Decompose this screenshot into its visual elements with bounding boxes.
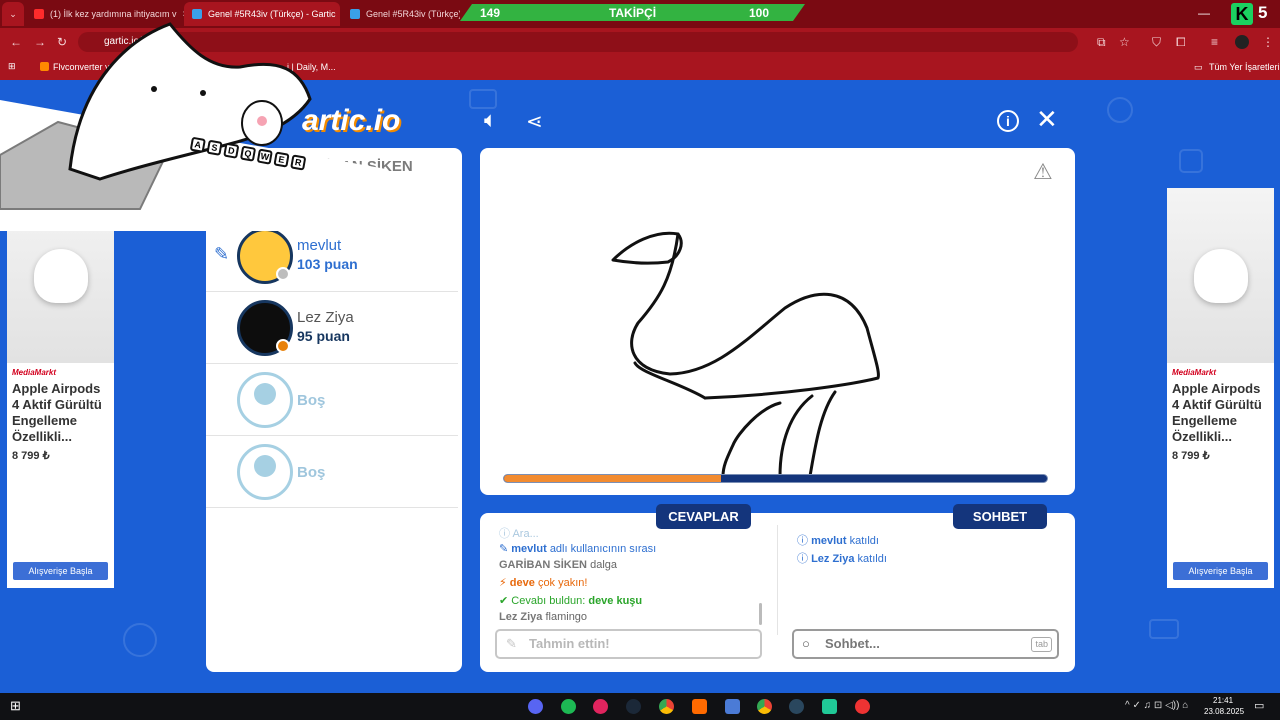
chat-input[interactable]: ○ Sohbet... tab [792, 629, 1059, 659]
notification-icon[interactable]: ▭ [1254, 699, 1264, 712]
all-bookmarks-link[interactable]: Tüm Yer İşaretleri [1209, 62, 1280, 72]
panel-divider [777, 525, 778, 635]
ad-price: 8 799 ₺ [12, 450, 50, 462]
kick-logo: K [1231, 3, 1253, 25]
mediamarkt-logo: MediaMarkt [1172, 368, 1217, 377]
player-name: Lez Ziya [297, 309, 354, 326]
ad-right[interactable]: MediaMarkt Apple Airpods 4 Aktif Gürültü… [1167, 188, 1274, 588]
folder-icon: ▭ [1194, 62, 1203, 72]
profile-avatar[interactable] [1235, 35, 1249, 49]
browser-menu-icon[interactable]: ⋮ [1262, 35, 1274, 49]
answer-input[interactable]: ✎ Tahmin ettin! [495, 629, 762, 659]
fire-icon: ⚡︎ [499, 577, 507, 589]
airpods-product-image [1167, 188, 1274, 363]
steam-icon[interactable] [789, 699, 804, 714]
minimize-window-icon[interactable]: — [1198, 6, 1210, 20]
pencil-drawing-icon: ✎ [214, 244, 230, 264]
ad-price: 8 799 ₺ [1172, 450, 1210, 462]
tab-answers[interactable]: CEVAPLAR [656, 504, 751, 529]
media-player-icon[interactable] [593, 699, 608, 714]
bookmark-star-icon[interactable]: ☆ [1119, 35, 1130, 49]
spotify-icon[interactable] [561, 699, 576, 714]
player-points: 95 puan [297, 328, 350, 344]
ostrich-drawing [611, 231, 880, 478]
extensions-icon[interactable]: ⧠ [1176, 35, 1186, 50]
timer-fill [504, 475, 722, 482]
player-row[interactable]: Lez Ziya 95 puan [206, 292, 458, 364]
ad-shop-button[interactable]: Alışverişe Başla [1173, 562, 1268, 580]
taskbar-clock[interactable]: 21:41 [1213, 696, 1233, 705]
search-icon: ○ [802, 636, 810, 651]
empty-slot: Boş [206, 436, 458, 508]
info-icon[interactable]: i [997, 110, 1019, 132]
share-icon[interactable]: ⋖ [526, 109, 543, 134]
answer-message: ✔ Cevabı buldun: deve kuşu [499, 595, 643, 607]
player-points: 103 puan [297, 256, 358, 272]
answer-message: Lez Ziya flamingo [499, 611, 588, 623]
chat-message: ⓘ Lez Ziya katıldı [797, 553, 887, 565]
tab-key-hint: tab [1031, 637, 1052, 652]
mediamarkt-logo: MediaMarkt [12, 368, 57, 377]
avatar-placeholder [237, 372, 293, 428]
pencil-icon: ✎ [506, 636, 517, 651]
avatar-placeholder [237, 444, 293, 500]
info-icon: ⓘ [797, 553, 808, 565]
tab-chat[interactable]: SOHBET [953, 504, 1047, 529]
ad-shop-button[interactable]: Alışverişe Başla [13, 562, 108, 580]
app-icon[interactable] [725, 699, 740, 714]
cat-keyboard-overlay: A S D Q W E R [0, 9, 386, 231]
status-dot [276, 267, 290, 281]
app-icon[interactable] [822, 699, 837, 714]
taskbar-date[interactable]: 23.08.2025 [1204, 707, 1244, 716]
ad-title: Apple Airpods 4 Aktif Gürültü Engelleme … [12, 381, 102, 444]
status-dot [276, 339, 290, 353]
windows-start-icon[interactable]: ⊞ [10, 698, 21, 714]
app-icon[interactable] [692, 699, 707, 714]
player-name: mevlut [297, 237, 342, 254]
answer-message: ✎ mevlut adlı kullanıcının sırası [499, 543, 657, 555]
chat-message: ⓘ mevlut katıldı [797, 535, 879, 547]
info-icon: ⓘ [797, 535, 808, 547]
ad-left[interactable]: MediaMarkt Apple Airpods 4 Aktif Gürültü… [7, 188, 114, 588]
install-app-icon[interactable]: ⧉ [1097, 35, 1106, 50]
ad-title: Apple Airpods 4 Aktif Gürültü Engelleme … [1172, 381, 1262, 444]
speaker-icon[interactable]: 🔈︎ [484, 107, 497, 133]
answers-scrollbar[interactable] [759, 603, 762, 625]
empty-slot: Boş [206, 364, 458, 436]
drawing-canvas[interactable]: ⚠ [480, 148, 1075, 495]
shield-icon[interactable]: ⛉ [1152, 35, 1161, 50]
obs-icon[interactable] [855, 699, 870, 714]
steam-icon[interactable] [626, 699, 641, 714]
answer-message: GARİBAN SİKEN dalga [499, 559, 617, 571]
tray-icons[interactable]: ^ ✓ ♫ ⊡ ◁)) ⌂ [1125, 700, 1188, 711]
chrome-icon[interactable] [659, 699, 674, 714]
discord-icon[interactable] [528, 699, 543, 714]
chrome-icon[interactable] [757, 699, 772, 714]
follower-goal-bar: 149 TAKİPÇİ 100 [460, 4, 805, 21]
answer-message: ⚡︎ deve çok yakın! [499, 577, 588, 589]
answer-message: ⓘ Ara... [499, 528, 539, 540]
check-icon: ✔ [499, 595, 509, 607]
timer-bar [503, 474, 1048, 483]
media-control-icon[interactable]: ≡ [1211, 35, 1218, 49]
windows-taskbar: ⊞ ^ ✓ ♫ ⊡ ◁)) ⌂ 21:41 23.08.2025 ▭ [0, 693, 1280, 720]
close-icon[interactable]: ✕ [1036, 104, 1058, 135]
pencil-icon: ✎ [499, 543, 509, 555]
answers-chat-panel: ⓘ Ara... ✎ mevlut adlı kullanıcının sıra… [480, 513, 1075, 672]
warning-report-icon[interactable]: ⚠ [1033, 159, 1053, 185]
